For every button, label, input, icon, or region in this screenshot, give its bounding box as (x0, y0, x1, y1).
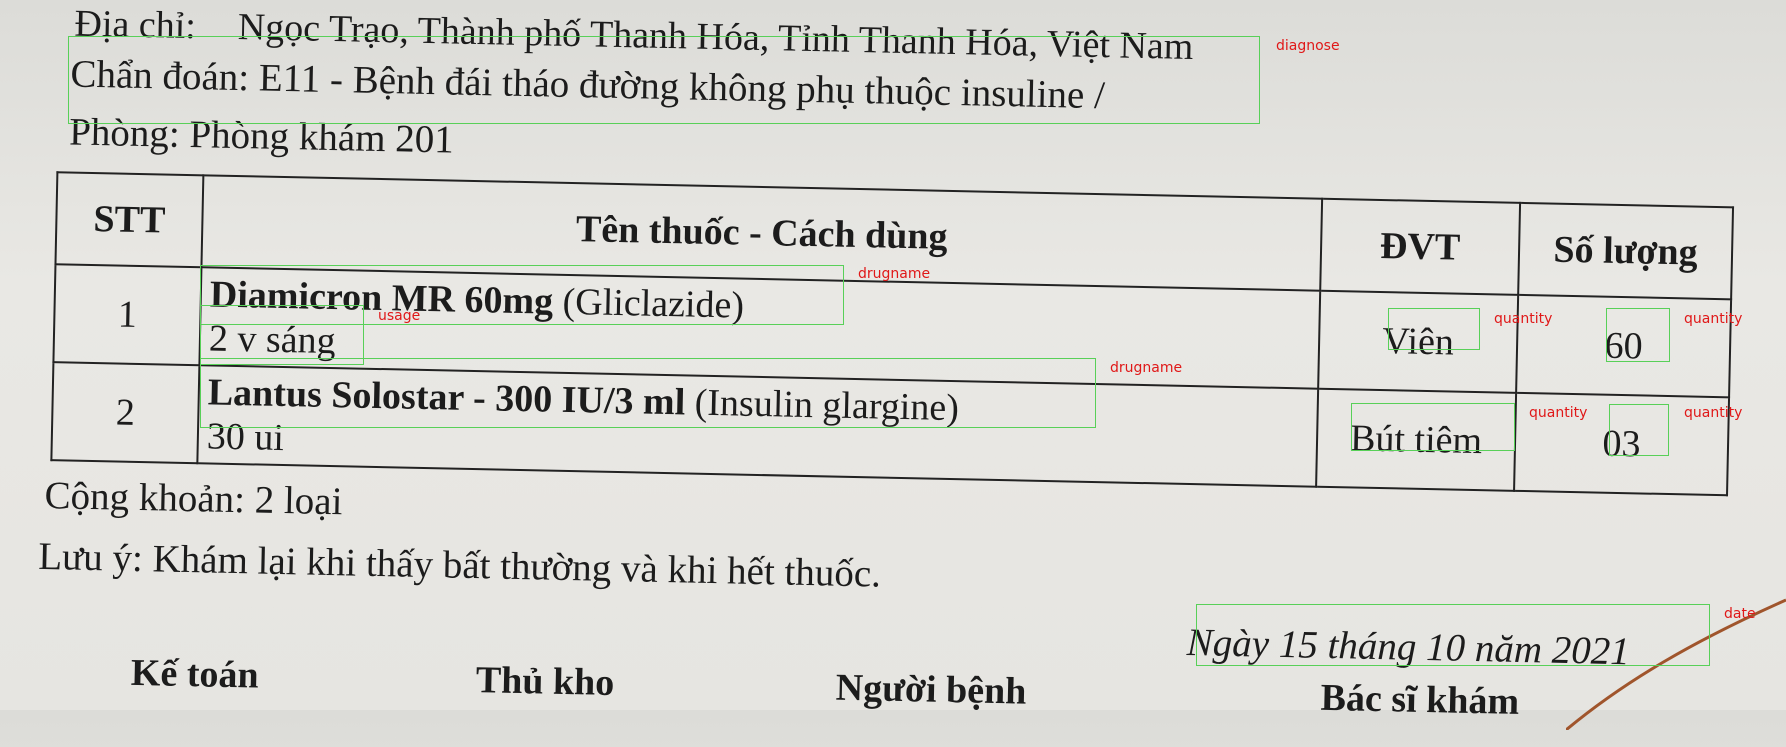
quantity-tag: quantity (1684, 405, 1743, 421)
unit-cell: Viên (1318, 290, 1519, 393)
signature-doctor: Bác sĩ khám (1320, 676, 1520, 723)
quantity-tag: quantity (1684, 311, 1743, 327)
note-line: Lưu ý: Khám lại khi thấy bất thường và k… (37, 534, 882, 596)
address-label: Địa chỉ: (74, 2, 197, 48)
total-line: Cộng khoản: 2 loại (44, 474, 343, 524)
drugname-tag: drugname (1110, 360, 1183, 376)
quantity-tag: quantity (1494, 311, 1553, 327)
header-stt: STT (55, 172, 204, 268)
header-quantity: Số lượng (1518, 202, 1734, 300)
drugname-tag: drugname (858, 266, 931, 282)
usage-tag: usage (378, 308, 421, 324)
prescription-page: Địa chỉ: Ngọc Trạo, Thành phố Thanh Hóa, … (0, 0, 1786, 747)
date-tag: date (1724, 606, 1756, 622)
unit-cell: Bút tiêm (1316, 388, 1517, 491)
signature-patient: Người bệnh (835, 666, 1027, 713)
date-line: Ngày 15 tháng 10 năm 2021 (1186, 621, 1631, 674)
row-stt: 1 (53, 264, 202, 366)
signature-storekeeper: Thủ kho (475, 659, 615, 705)
drug-generic: (Gliclazide) (562, 280, 745, 327)
quantity-tag: quantity (1529, 405, 1588, 421)
drug-generic: (Insulin glargine) (694, 381, 960, 430)
header-unit: ĐVT (1320, 198, 1521, 295)
medication-table: STT Tên thuốc - Cách dùng ĐVT Số lượng 1… (50, 171, 1734, 496)
diagnose-tag: diagnose (1276, 38, 1340, 54)
row-stt: 2 (51, 362, 200, 464)
room-line: Phòng: Phòng khám 201 (68, 110, 455, 162)
signature-accountant: Kế toán (130, 651, 260, 697)
